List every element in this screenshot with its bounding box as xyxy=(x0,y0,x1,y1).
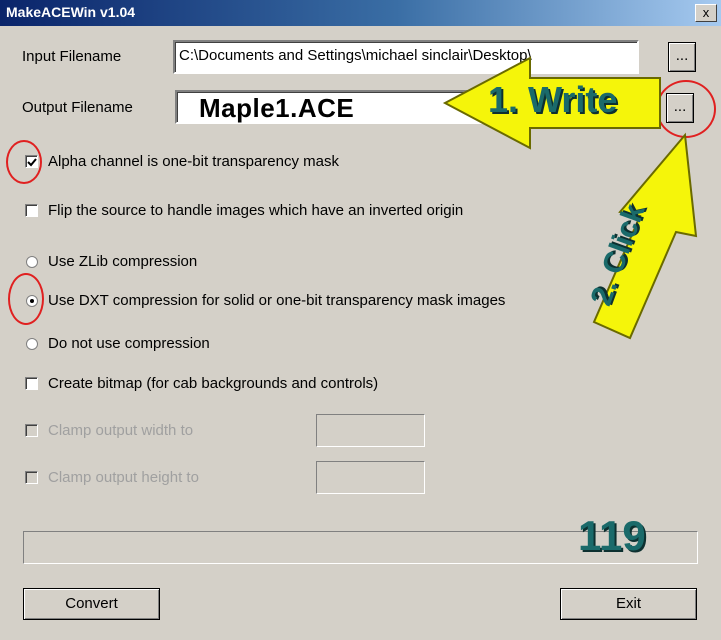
number-annotation: 119 xyxy=(578,512,646,559)
write-annotation: 1. Write xyxy=(488,79,618,120)
